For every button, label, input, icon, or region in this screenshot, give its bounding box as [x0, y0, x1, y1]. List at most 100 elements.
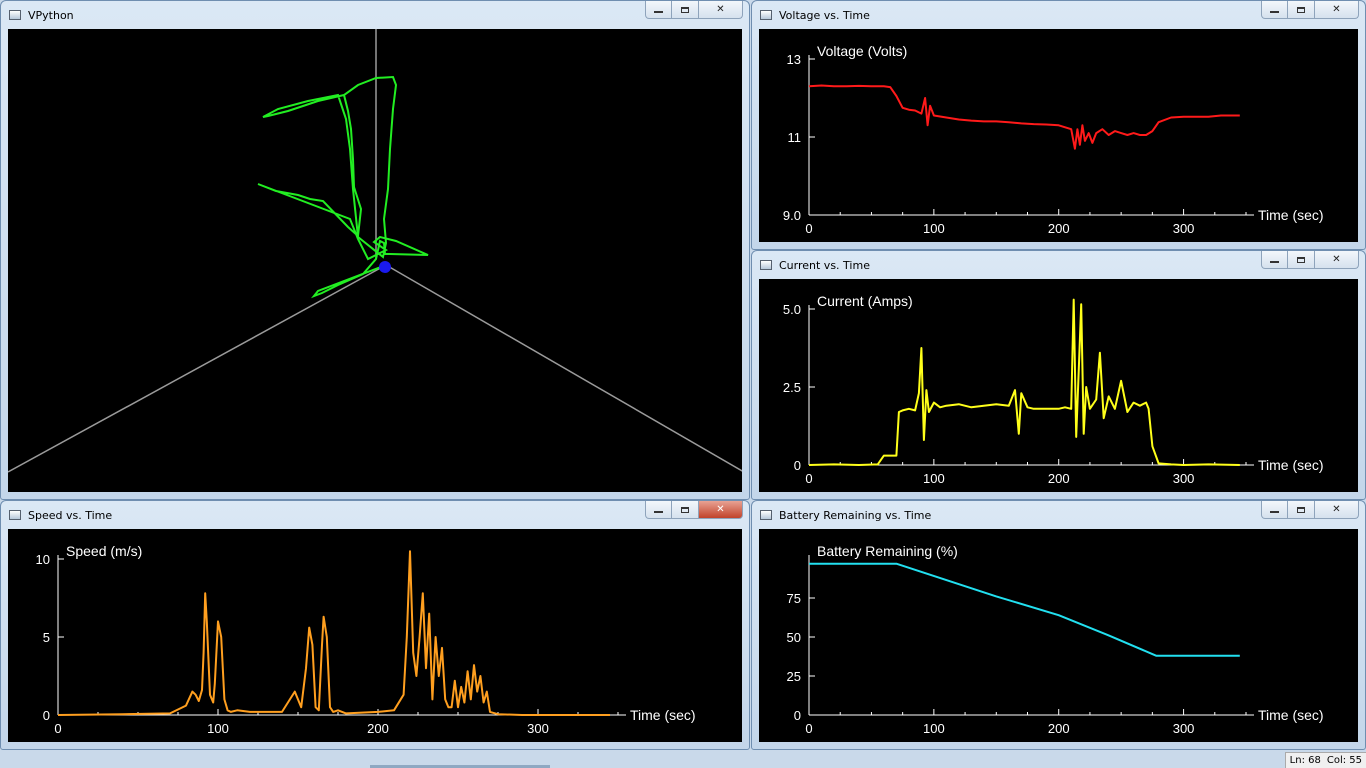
- maximize-button[interactable]: [672, 1, 699, 19]
- axis-right: [385, 264, 742, 472]
- window-title: VPython: [28, 8, 74, 22]
- axis-left: [8, 264, 387, 473]
- window-controls: ✕: [1261, 501, 1359, 520]
- minimize-icon: [1270, 11, 1279, 13]
- x-tick-label: 0: [805, 721, 812, 736]
- speed-chart: 0 100 200 300 0 5 10 Speed (m/s) Time (sec): [36, 543, 696, 736]
- y-tick-label: 0: [43, 708, 50, 723]
- vpython-window: VPython ✕: [0, 0, 750, 500]
- x-axis-label: Time (sec): [1258, 457, 1324, 473]
- x-tick-label: 200: [367, 721, 389, 736]
- maximize-icon: [681, 6, 689, 13]
- window-title: Current vs. Time: [779, 258, 870, 272]
- series-line: [57, 550, 610, 716]
- minimize-button[interactable]: [645, 1, 672, 19]
- battery-chart: 0 100 200 300 0 25 50 75 Battery Remaining (%) Ti…: [787, 543, 1324, 736]
- window-controls: ✕: [645, 501, 743, 520]
- maximize-icon: [1297, 506, 1305, 513]
- x-tick-label: 0: [805, 471, 812, 486]
- x-tick-label: 100: [207, 721, 229, 736]
- x-tick-label: 200: [1048, 471, 1070, 486]
- series-line: [808, 298, 1240, 466]
- x-tick-label: 200: [1048, 721, 1070, 736]
- close-icon: ✕: [1332, 504, 1341, 515]
- vpython-titlebar[interactable]: VPython: [1, 1, 749, 29]
- minimize-icon: [1270, 511, 1279, 513]
- voltage-window: Voltage vs. Time ✕ 0 100 200 300 9.0 11 13 Volt…: [751, 0, 1366, 250]
- current-chart: 0 100 200 300 0 2.5 5.0 Current (Amps) Time (sec…: [783, 293, 1324, 486]
- window-title: Voltage vs. Time: [779, 8, 870, 22]
- minimize-button[interactable]: [1261, 251, 1288, 269]
- window-title: Speed vs. Time: [28, 508, 113, 522]
- minimize-icon: [1270, 261, 1279, 263]
- y-tick-label: 2.5: [783, 380, 801, 395]
- x-axis-label: Time (sec): [1258, 707, 1324, 723]
- y-tick-label: 5: [43, 630, 50, 645]
- battery-chart-area: 0 100 200 300 0 25 50 75 Battery Remaining (%) Ti…: [759, 529, 1358, 742]
- minimize-button[interactable]: [645, 501, 672, 519]
- y-tick-label: 0: [794, 458, 801, 473]
- maximize-button[interactable]: [1288, 501, 1315, 519]
- minimize-icon: [654, 11, 663, 13]
- minimize-icon: [654, 511, 663, 513]
- speed-chart-area: 0 100 200 300 0 5 10 Speed (m/s) Time (sec): [8, 529, 742, 742]
- maximize-icon: [1297, 6, 1305, 13]
- series-line: [809, 562, 1240, 657]
- scene-3d: [8, 29, 742, 473]
- close-button[interactable]: ✕: [1315, 1, 1359, 19]
- column-number: Col: 55: [1326, 755, 1362, 766]
- y-tick-label: 11: [788, 130, 802, 145]
- x-tick-label: 200: [1048, 221, 1070, 236]
- close-icon: ✕: [1332, 4, 1341, 15]
- x-tick-label: 100: [923, 721, 945, 736]
- app-window-icon: [760, 10, 772, 20]
- series-line: [808, 84, 1240, 150]
- x-tick-label: 300: [1173, 221, 1195, 236]
- speed-window: Speed vs. Time ✕ 0 100 200 300 0 5 10 Speed (m/…: [0, 500, 750, 750]
- app-window-icon: [9, 510, 21, 520]
- y-axis-label: Speed (m/s): [66, 543, 142, 559]
- app-window-icon: [760, 260, 772, 270]
- x-axis-label: Time (sec): [630, 707, 696, 723]
- speed-titlebar[interactable]: Speed vs. Time: [1, 501, 749, 529]
- y-tick-label: 9.0: [783, 208, 801, 223]
- vpython-3d-canvas[interactable]: [8, 29, 742, 492]
- x-tick-label: 300: [1173, 471, 1195, 486]
- voltage-chart: 0 100 200 300 9.0 11 13 Voltage (Volts) Time (se…: [783, 43, 1324, 236]
- x-tick-label: 0: [54, 721, 61, 736]
- minimize-button[interactable]: [1261, 501, 1288, 519]
- window-controls: ✕: [1261, 251, 1359, 270]
- maximize-button[interactable]: [672, 501, 699, 519]
- line-number: Ln: 68: [1289, 755, 1321, 766]
- close-button[interactable]: ✕: [699, 1, 743, 19]
- voltage-chart-area: 0 100 200 300 9.0 11 13 Voltage (Volts) Time (se…: [759, 29, 1358, 242]
- x-tick-label: 100: [923, 471, 945, 486]
- window-controls: ✕: [645, 1, 743, 20]
- app-window-icon: [760, 510, 772, 520]
- y-axis-label: Voltage (Volts): [817, 43, 907, 59]
- window-title: Battery Remaining vs. Time: [779, 508, 932, 522]
- y-tick-label: 13: [787, 52, 801, 67]
- y-tick-label: 10: [36, 552, 50, 567]
- ball-marker: [379, 261, 391, 273]
- editor-status-bar: Ln: 68 Col: 55: [1284, 752, 1366, 768]
- maximize-icon: [1297, 256, 1305, 263]
- x-tick-label: 0: [805, 221, 812, 236]
- y-axis-label: Current (Amps): [817, 293, 913, 309]
- close-icon: ✕: [716, 504, 725, 515]
- y-tick-label: 75: [787, 591, 801, 606]
- maximize-button[interactable]: [1288, 251, 1315, 269]
- close-button[interactable]: ✕: [1315, 251, 1359, 269]
- y-tick-label: 0: [794, 708, 801, 723]
- close-button[interactable]: ✕: [699, 501, 743, 519]
- x-tick-label: 100: [923, 221, 945, 236]
- close-button[interactable]: ✕: [1315, 501, 1359, 519]
- y-tick-label: 5.0: [783, 302, 801, 317]
- minimize-button[interactable]: [1261, 1, 1288, 19]
- close-icon: ✕: [716, 4, 725, 15]
- current-chart-area: 0 100 200 300 0 2.5 5.0 Current (Amps) Time (sec…: [759, 279, 1358, 492]
- app-window-icon: [9, 10, 21, 20]
- battery-window: Battery Remaining vs. Time ✕ 0 100 200 300 0…: [751, 500, 1366, 750]
- current-window: Current vs. Time ✕ 0 100 200 300 0 2.5 5.0 Curr…: [751, 250, 1366, 500]
- maximize-button[interactable]: [1288, 1, 1315, 19]
